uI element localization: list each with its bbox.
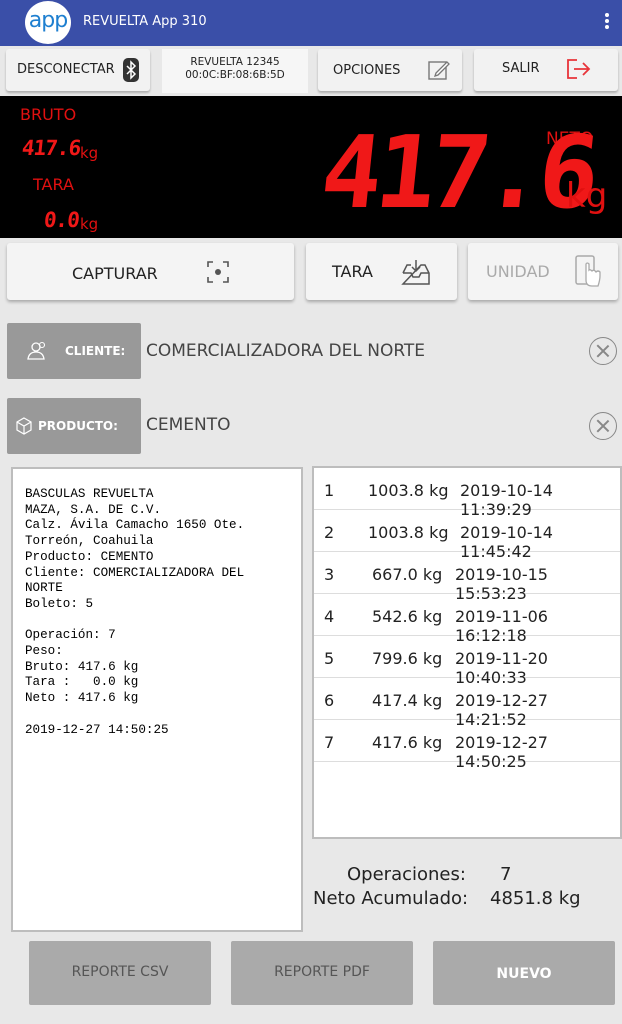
neto-unit: kg	[566, 176, 608, 216]
clear-client-icon[interactable]	[589, 337, 617, 365]
device-name: REVUELTA 12345	[190, 56, 280, 68]
bruto-label: BRUTO	[20, 105, 77, 124]
operation-weight: 417.4 kg	[372, 691, 443, 710]
table-row[interactable]: 2 1003.8 kg 2019-10-14 11:45:42	[314, 510, 620, 561]
operations-count-label: Operaciones:	[347, 864, 466, 885]
ticket-line: Cliente: COMERCIALIZADORA DEL	[25, 565, 245, 580]
exit-button[interactable]: SALIR	[474, 49, 618, 91]
ticket-line	[25, 613, 301, 629]
ticket-line: Neto : 417.6 kg	[25, 691, 139, 706]
capture-icon	[207, 261, 229, 283]
capture-label: CAPTURAR	[72, 264, 158, 283]
product-label: PRODUCTO:	[38, 419, 118, 433]
tara-unit: kg	[80, 215, 99, 233]
ticket-preview: BASCULAS REVUELTA MAZA, S.A. DE C.V. Calz.…	[11, 467, 303, 932]
edit-icon	[428, 61, 450, 80]
client-icon	[27, 341, 46, 360]
operation-datetime: 2019-12-27 14:50:25	[455, 733, 548, 771]
csv-report-label: REPORTE CSV	[71, 964, 169, 980]
device-info: REVUELTA 12345 00:0C:BF:08:6B:5D	[162, 49, 308, 93]
operation-num: 2	[324, 523, 335, 542]
ticket-line: Operación: 7	[25, 628, 116, 643]
operations-count-value: 7	[500, 864, 512, 885]
clear-product-icon[interactable]	[589, 412, 617, 440]
operation-weight: 667.0 kg	[372, 565, 443, 584]
options-label: OPCIONES	[333, 63, 401, 78]
ticket-line: Producto: CEMENTO	[25, 549, 154, 564]
ticket-line: MAZA, S.A. DE C.V.	[25, 502, 162, 517]
disconnect-button[interactable]: DESCONECTAR	[6, 49, 150, 91]
product-box-icon	[16, 417, 32, 435]
touch-device-icon	[575, 255, 601, 287]
pdf-report-label: REPORTE PDF	[274, 964, 370, 980]
ticket-line: 2019-12-27 14:50:25	[25, 722, 169, 737]
device-mac: 00:0C:BF:08:6B:5D	[185, 69, 285, 81]
inbox-download-icon	[401, 260, 430, 285]
ticket-line: BASCULAS REVUELTA	[25, 487, 154, 501]
ticket-line: Bruto: 417.6 kg	[25, 659, 139, 674]
new-button[interactable]: NUEVO	[433, 941, 615, 1005]
table-row[interactable]: 3 667.0 kg 2019-10-15 15:53:23	[314, 552, 620, 603]
unit-label: UNIDAD	[486, 262, 550, 281]
product-value[interactable]: CEMENTO	[146, 415, 231, 435]
pdf-report-button[interactable]: REPORTE PDF	[231, 941, 413, 1005]
ticket-line: Torreón, Coahuila	[25, 534, 154, 549]
csv-report-button[interactable]: REPORTE CSV	[29, 941, 211, 1005]
app-logo-text: app	[28, 8, 68, 33]
operation-num: 7	[324, 733, 335, 752]
disconnect-label: DESCONECTAR	[17, 62, 115, 77]
operation-num: 3	[324, 565, 335, 584]
ticket-line: Boleto: 5	[25, 596, 94, 611]
bruto-unit: kg	[80, 144, 99, 162]
net-accumulated-label: Neto Acumulado:	[313, 888, 469, 909]
weight-display: BRUTO 417.6 kg TARA 0.0 kg NETO 417.6 kg	[0, 96, 622, 238]
new-label: NUEVO	[496, 966, 552, 982]
operation-num: 4	[324, 607, 335, 626]
operation-weight: 799.6 kg	[372, 649, 443, 668]
table-row[interactable]: 5 799.6 kg 2019-11-20 10:40:33	[314, 636, 620, 687]
exit-label: SALIR	[502, 61, 540, 76]
operation-num: 1	[324, 481, 335, 500]
operation-weight: 542.6 kg	[372, 607, 443, 626]
bluetooth-icon	[123, 58, 139, 82]
bruto-value: 417.6	[20, 136, 82, 160]
operation-num: 5	[324, 649, 335, 668]
client-label: CLIENTE:	[65, 344, 126, 358]
app-logo: app	[25, 1, 71, 44]
tare-label: TARA	[332, 262, 373, 281]
ticket-line: Calz. Ávila Camacho 1650 Ote.	[25, 518, 245, 533]
operations-table[interactable]: 1 1003.8 kg 2019-10-14 11:39:29 2 1003.8 kg 2…	[312, 466, 622, 839]
operation-weight: 1003.8 kg	[368, 523, 449, 542]
tare-button[interactable]: TARA	[306, 243, 457, 300]
client-value[interactable]: COMERCIALIZADORA DEL NORTE	[146, 341, 425, 361]
options-button[interactable]: OPCIONES	[318, 49, 462, 91]
table-row[interactable]: 1 1003.8 kg 2019-10-14 11:39:29	[314, 468, 620, 519]
tara-value: 0.0	[42, 208, 81, 232]
ticket-line: Tara : 0.0 kg	[25, 675, 139, 690]
neto-value: 417.6	[315, 114, 600, 231]
capture-button[interactable]: CAPTURAR	[7, 243, 294, 300]
operation-num: 6	[324, 691, 335, 710]
client-tag[interactable]: CLIENTE:	[7, 323, 141, 379]
operation-weight: 417.6 kg	[372, 733, 443, 752]
app-title: REVUELTA App 310	[83, 14, 207, 29]
more-vert-icon[interactable]	[604, 13, 610, 33]
ticket-line: NORTE	[25, 581, 63, 596]
product-tag[interactable]: PRODUCTO:	[7, 398, 141, 454]
table-row[interactable]: 7 417.6 kg 2019-12-27 14:50:25	[314, 720, 620, 771]
ticket-line: Peso:	[25, 644, 63, 659]
table-row[interactable]: 6 417.4 kg 2019-12-27 14:21:52	[314, 678, 620, 729]
ticket-line	[25, 707, 301, 723]
net-accumulated-value: 4851.8 kg	[490, 888, 581, 909]
table-row[interactable]: 4 542.6 kg 2019-11-06 16:12:18	[314, 594, 620, 645]
unit-button[interactable]: UNIDAD	[468, 243, 618, 300]
operation-weight: 1003.8 kg	[368, 481, 449, 500]
logout-icon	[567, 59, 591, 79]
app-bar: app REVUELTA App 310	[0, 0, 622, 46]
tara-label: TARA	[33, 175, 74, 194]
